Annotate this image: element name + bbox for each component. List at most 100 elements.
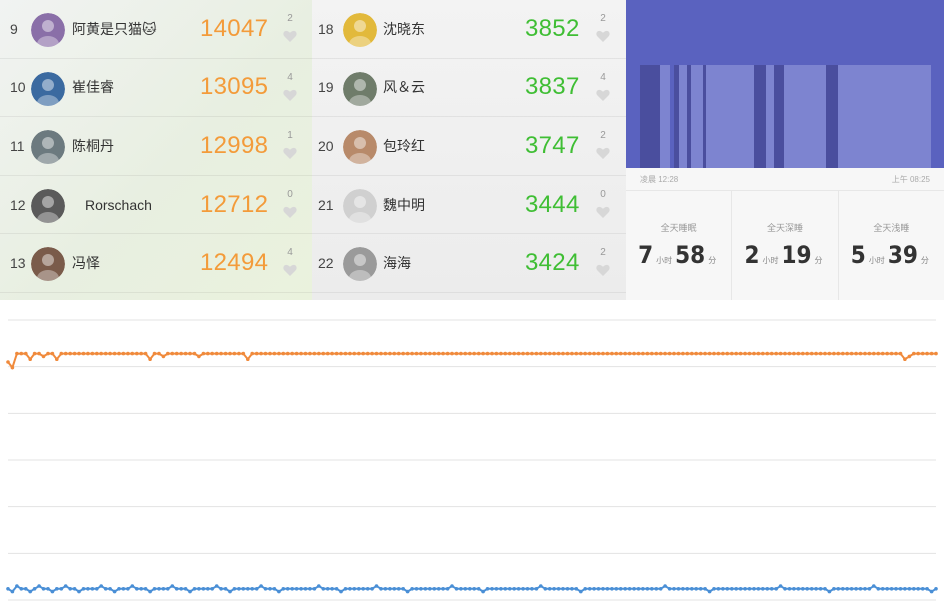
data-point <box>281 351 286 356</box>
heart-icon[interactable] <box>596 89 610 102</box>
data-point <box>15 351 19 356</box>
data-point <box>303 587 308 591</box>
data-point <box>365 351 370 356</box>
rank-number: 22 <box>318 255 334 272</box>
like-count: 2 <box>600 247 606 259</box>
data-point <box>188 351 192 356</box>
data-point <box>627 351 632 356</box>
data-point <box>308 587 312 591</box>
data-point <box>95 351 99 356</box>
data-point <box>103 587 108 591</box>
data-point <box>86 351 90 356</box>
data-point <box>685 351 690 356</box>
data-point <box>436 351 441 356</box>
data-point <box>281 587 286 591</box>
leaderboard-row[interactable]: 22 海海 3424 2 <box>312 234 626 293</box>
data-point <box>916 351 920 356</box>
rank-number: 21 <box>318 196 334 213</box>
step-count: 14047 <box>200 14 269 42</box>
data-point <box>206 351 210 356</box>
leaderboard-row[interactable]: 9 阿黄是只猫🐱 14047 2 <box>0 0 312 59</box>
data-point <box>667 587 672 591</box>
heart-icon[interactable] <box>596 30 610 43</box>
data-point <box>388 351 392 356</box>
data-point <box>86 587 90 591</box>
heart-icon[interactable] <box>283 30 297 43</box>
heart-icon[interactable] <box>596 206 610 219</box>
data-point <box>232 587 237 591</box>
user-avatar-icon <box>31 71 65 106</box>
data-point <box>259 584 263 588</box>
like-count: 2 <box>287 13 293 24</box>
heart-icon[interactable] <box>596 147 610 160</box>
leaderboard-row[interactable]: 11 陈桐丹 12998 1 <box>0 117 312 176</box>
heart-icon[interactable] <box>283 206 297 219</box>
data-point <box>809 587 814 591</box>
data-point <box>90 587 95 591</box>
data-point <box>428 587 432 591</box>
data-point <box>339 351 343 356</box>
data-point <box>228 589 232 594</box>
stat-minute-unit: 分 <box>814 256 823 265</box>
leaderboard-row[interactable]: 20 包玲红 3747 2 <box>312 117 626 176</box>
data-point <box>716 587 721 591</box>
data-point <box>259 351 263 356</box>
leaderboard-row[interactable]: 10 崔佳睿 13095 4 <box>0 59 312 118</box>
stat-hour-unit: 小时 <box>656 256 673 265</box>
data-point <box>814 351 818 356</box>
data-point <box>50 351 55 356</box>
data-point <box>365 587 370 591</box>
data-point <box>539 351 543 356</box>
data-point <box>24 587 28 591</box>
data-point <box>530 351 534 356</box>
data-point <box>658 351 663 356</box>
sleep-stage-bar <box>679 65 687 168</box>
data-point <box>135 351 139 356</box>
data-point <box>55 587 59 591</box>
leaderboard-row[interactable]: 19 风＆云 3837 4 <box>312 59 626 118</box>
data-point <box>361 351 366 356</box>
data-point <box>139 587 143 591</box>
data-point <box>681 351 685 356</box>
data-point <box>827 589 832 594</box>
data-point <box>357 351 361 356</box>
heart-icon[interactable] <box>283 89 297 102</box>
data-point <box>223 351 228 356</box>
data-point <box>920 351 925 356</box>
data-point <box>596 587 601 591</box>
stat-label: 全天睡眠 <box>660 223 697 233</box>
data-point <box>818 587 823 591</box>
data-point <box>663 584 667 588</box>
data-point <box>241 587 246 591</box>
data-point <box>849 587 854 591</box>
data-point <box>823 587 827 591</box>
data-point <box>832 587 836 591</box>
heart-icon[interactable] <box>596 264 610 277</box>
heart-icon[interactable] <box>283 264 297 277</box>
data-point <box>308 351 312 356</box>
data-point <box>130 584 135 588</box>
data-point <box>925 587 929 591</box>
sleep-stage-bar <box>691 65 703 168</box>
leaderboard-row[interactable]: 18 沈晓东 3852 2 <box>312 0 626 59</box>
leaderboard-row[interactable]: 13 冯怿 12494 4 <box>0 234 312 293</box>
data-point <box>898 351 903 356</box>
sleep-stage-bar <box>687 65 691 168</box>
data-point <box>161 354 166 359</box>
data-point <box>912 587 916 591</box>
data-point <box>126 351 130 356</box>
user-name: 崔佳睿 <box>72 79 114 96</box>
data-point <box>765 587 770 591</box>
user-avatar-icon <box>343 71 377 106</box>
heart-icon[interactable] <box>283 147 297 160</box>
data-point <box>690 587 694 591</box>
data-point <box>135 587 139 591</box>
stat-minutes: 19 <box>781 241 812 269</box>
data-point <box>19 587 24 591</box>
data-point <box>845 587 849 591</box>
leaderboard-row[interactable]: 12 Rorschach 12712 0 <box>0 176 312 235</box>
data-point <box>858 587 863 591</box>
sleep-end-time: 上午 08:25 <box>891 175 930 184</box>
like-count: 4 <box>287 71 293 83</box>
leaderboard-row[interactable]: 21 魏中明 3444 0 <box>312 176 626 235</box>
